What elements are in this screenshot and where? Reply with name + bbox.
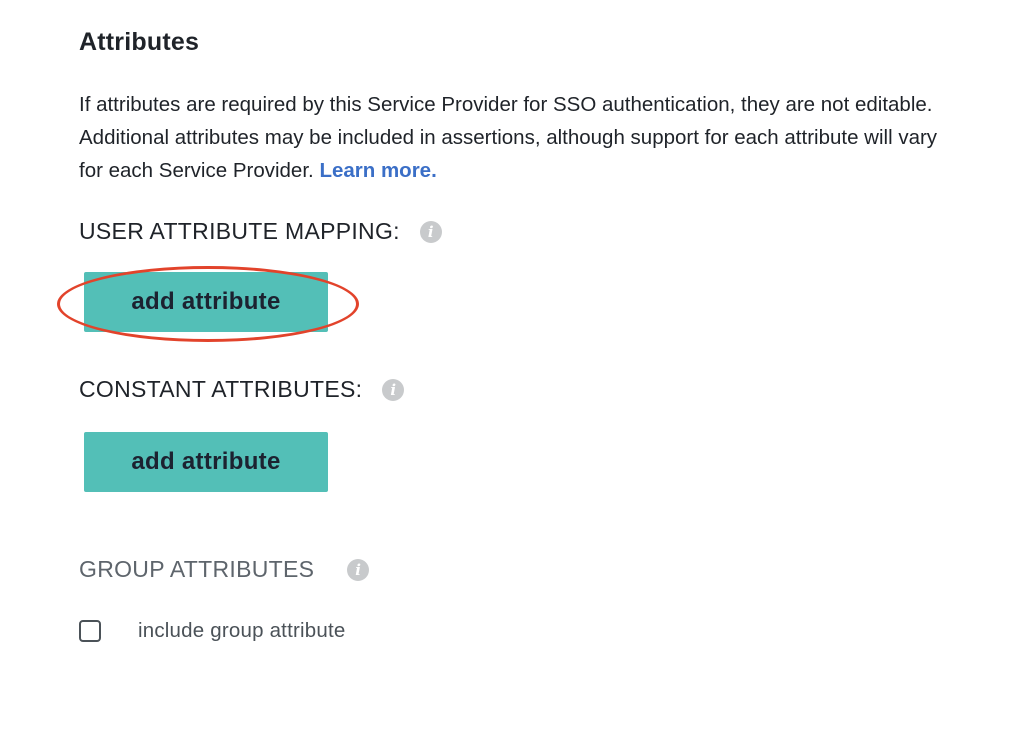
include-group-attribute-row: include group attribute — [79, 619, 345, 643]
group-attributes-label: GROUP ATTRIBUTES — [79, 556, 315, 582]
description-text: If attributes are required by this Servi… — [79, 93, 938, 182]
constant-attributes-header: CONSTANT ATTRIBUTES: i — [79, 376, 405, 403]
include-group-attribute-label[interactable]: include group attribute — [138, 619, 345, 643]
info-icon[interactable]: i — [382, 378, 405, 401]
include-group-attribute-checkbox[interactable] — [79, 620, 101, 642]
add-constant-attribute-button[interactable]: add attribute — [84, 432, 328, 492]
learn-more-link[interactable]: Learn more. — [319, 159, 436, 182]
section-title: Attributes — [79, 28, 200, 56]
info-icon[interactable]: i — [347, 558, 370, 581]
user-attribute-mapping-label: USER ATTRIBUTE MAPPING: — [79, 218, 400, 244]
user-attribute-mapping-header: USER ATTRIBUTE MAPPING: i — [79, 218, 442, 245]
add-user-attribute-button[interactable]: add attribute — [84, 272, 328, 332]
constant-attributes-label: CONSTANT ATTRIBUTES: — [79, 376, 363, 402]
section-description: If attributes are required by this Servi… — [79, 88, 959, 187]
info-icon[interactable]: i — [419, 220, 442, 243]
group-attributes-header: GROUP ATTRIBUTES i — [79, 556, 370, 583]
